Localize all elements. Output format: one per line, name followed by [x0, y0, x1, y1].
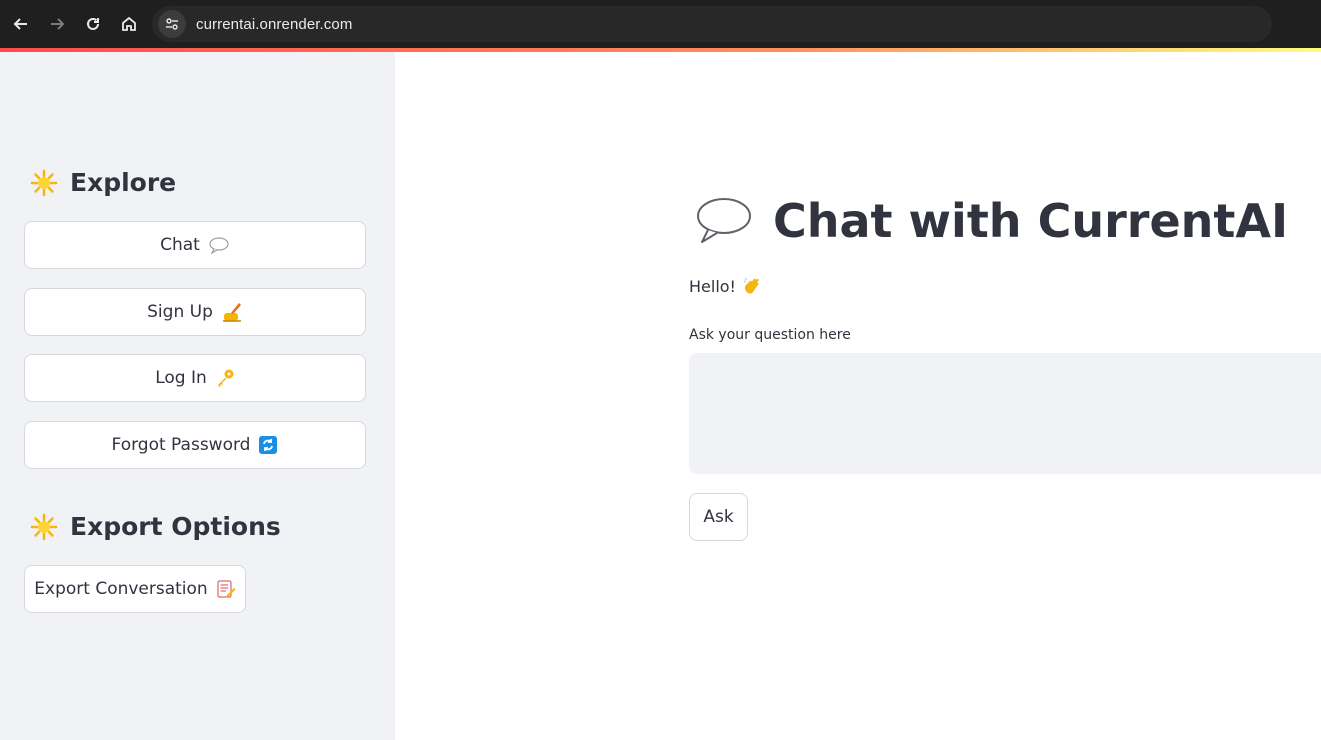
- export-conversation-label: Export Conversation: [34, 579, 208, 599]
- writing-hand-icon: [221, 301, 243, 323]
- address-bar[interactable]: currentai.onrender.com: [152, 6, 1272, 42]
- speech-balloon-icon: [208, 236, 230, 254]
- key-icon: [215, 368, 235, 388]
- sun-icon: [30, 513, 58, 541]
- explore-heading: Explore: [30, 168, 176, 197]
- greeting: Hello!: [689, 276, 762, 296]
- home-icon[interactable]: [114, 9, 144, 39]
- sign-up-button[interactable]: Sign Up: [24, 288, 366, 336]
- export-conversation-button[interactable]: Export Conversation: [24, 565, 246, 613]
- arrows-cycle-icon: [258, 435, 278, 455]
- memo-icon: [216, 579, 236, 599]
- chat-button[interactable]: Chat: [24, 221, 366, 269]
- question-input[interactable]: [689, 353, 1321, 474]
- forgot-password-button-label: Forgot Password: [111, 435, 251, 455]
- ask-button[interactable]: Ask: [689, 493, 748, 541]
- explore-heading-text: Explore: [70, 168, 177, 197]
- chat-button-label: Chat: [160, 235, 200, 255]
- forward-arrow-icon[interactable]: [42, 9, 72, 39]
- log-in-button[interactable]: Log In: [24, 354, 366, 402]
- sidebar: Explore Chat Sign Up Log In Forgot Passw…: [0, 52, 395, 740]
- forgot-password-button[interactable]: Forgot Password: [24, 421, 366, 469]
- page-title-text: Chat with CurrentAI: [773, 194, 1289, 248]
- sun-icon: [30, 169, 58, 197]
- sign-up-button-label: Sign Up: [147, 302, 213, 322]
- waving-hand-icon: [742, 276, 762, 296]
- back-arrow-icon[interactable]: [6, 9, 36, 39]
- reload-icon[interactable]: [78, 9, 108, 39]
- export-options-heading-text: Export Options: [70, 512, 281, 541]
- log-in-button-label: Log In: [155, 368, 207, 388]
- export-options-heading: Export Options: [30, 512, 281, 541]
- page-title: Chat with CurrentAI: [695, 194, 1288, 248]
- main-content: Chat with CurrentAI Hello! Ask your ques…: [395, 52, 1321, 740]
- speech-balloon-icon: [695, 196, 753, 246]
- site-info-icon[interactable]: [158, 10, 186, 38]
- browser-toolbar: currentai.onrender.com: [0, 0, 1321, 48]
- question-label: Ask your question here: [689, 327, 851, 343]
- url-text[interactable]: currentai.onrender.com: [196, 16, 352, 33]
- greeting-text: Hello!: [689, 276, 736, 296]
